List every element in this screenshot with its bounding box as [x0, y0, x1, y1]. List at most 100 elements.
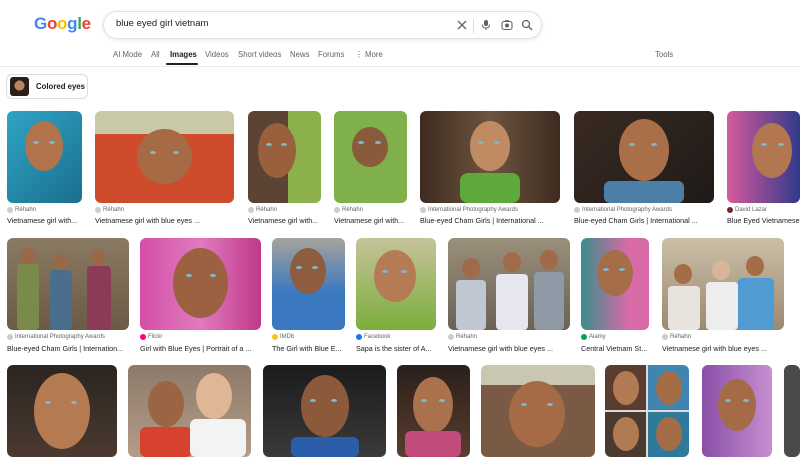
result-image	[7, 111, 82, 203]
source-logo-icon	[581, 334, 587, 340]
result-image	[581, 238, 649, 330]
image-result[interactable]: Réhahn Vietnamese girl with blue eyes ..…	[95, 111, 234, 226]
source-logo-icon	[248, 207, 254, 213]
microphone-icon[interactable]	[478, 17, 494, 33]
result-title: Blue-eyed Cham Girls | International ...	[574, 216, 698, 225]
result-title: Blue-eyed Cham Girls | Internation...	[7, 344, 124, 353]
result-source: Réhahn	[334, 207, 363, 213]
source-logo-icon	[448, 334, 454, 340]
active-tab-indicator	[166, 63, 198, 65]
image-result[interactable]	[702, 365, 772, 462]
search-box[interactable]: blue eyed girl vietnam	[103, 11, 542, 39]
result-image	[7, 365, 117, 457]
result-title: Vietnamese girl with...	[7, 216, 78, 225]
result-title: Sapa is the sister of A...	[356, 344, 432, 353]
result-source: Facebook	[356, 334, 390, 340]
logo-letter: o	[57, 14, 68, 33]
image-result[interactable]: Réhahn Vietnamese girl with blue eyes ..…	[662, 238, 784, 353]
source-logo-icon	[272, 334, 278, 340]
result-title: Vietnamese girl with...	[248, 216, 319, 225]
result-source: Réhahn	[448, 334, 477, 340]
result-image	[784, 365, 800, 457]
image-result[interactable]: Alamy Central Vietnam St...	[581, 238, 649, 353]
source-logo-icon	[727, 207, 733, 213]
result-image	[140, 238, 261, 330]
result-source: IMDb	[272, 334, 294, 340]
image-result[interactable]: Réhahn Vietnamese girl with...	[7, 111, 82, 226]
result-title: Blue-eyed Cham Girls | International ...	[420, 216, 544, 225]
logo-letter: G	[34, 14, 47, 33]
result-title: The Girl with Blue E...	[272, 344, 342, 353]
result-source: Réhahn	[248, 207, 277, 213]
result-source: Réhahn	[95, 207, 124, 213]
result-source: International Photography Awards	[574, 207, 672, 213]
more-vert-icon: ⋮	[355, 50, 365, 59]
google-logo[interactable]: Google	[34, 14, 91, 34]
result-image	[727, 111, 800, 203]
image-result[interactable]	[481, 365, 595, 462]
image-result[interactable]: Flickr Girl with Blue Eyes | Portrait of…	[140, 238, 261, 353]
result-image	[272, 238, 345, 330]
source-logo-icon	[7, 334, 13, 340]
image-result[interactable]	[397, 365, 470, 462]
result-source: International Photography Awards	[7, 334, 105, 340]
tools-button[interactable]: Tools	[655, 50, 673, 59]
image-result[interactable]: International Photography Awards Blue-ey…	[7, 238, 129, 353]
result-source: Réhahn	[662, 334, 691, 340]
tab-more[interactable]: ⋮ More	[355, 50, 383, 59]
result-image	[397, 365, 470, 457]
result-source: Alamy	[581, 334, 606, 340]
source-logo-icon	[662, 334, 668, 340]
image-result[interactable]: IMDb The Girl with Blue E...	[272, 238, 345, 353]
image-result[interactable]	[7, 365, 117, 462]
result-title: Vietnamese girl with...	[334, 216, 405, 225]
result-image	[702, 365, 772, 457]
result-title: Blue Eyed Vietnamese	[727, 216, 800, 225]
tab-images[interactable]: Images	[170, 50, 197, 59]
tab-news[interactable]: News	[290, 50, 310, 59]
close-icon[interactable]	[454, 17, 470, 33]
source-logo-icon	[7, 207, 13, 213]
result-image	[248, 111, 321, 203]
result-title: Central Vietnam St...	[581, 344, 648, 353]
result-source: Flickr	[140, 334, 162, 340]
result-title: Girl with Blue Eyes | Portrait of a ...	[140, 344, 252, 353]
search-input[interactable]: blue eyed girl vietnam	[116, 18, 208, 29]
source-logo-icon	[356, 334, 362, 340]
camera-lens-icon[interactable]	[499, 17, 515, 33]
source-logo-icon	[420, 207, 426, 213]
image-result[interactable]: International Photography Awards Blue-ey…	[420, 111, 560, 226]
tab-videos[interactable]: Videos	[205, 50, 229, 59]
result-image	[128, 365, 251, 457]
search-icon[interactable]	[519, 17, 535, 33]
tab-forums[interactable]: Forums	[318, 50, 344, 59]
result-image	[574, 111, 714, 203]
image-result[interactable]: Réhahn Vietnamese girl with...	[334, 111, 407, 226]
tab-all[interactable]: All	[151, 50, 160, 59]
result-source: International Photography Awards	[420, 207, 518, 213]
image-result[interactable]	[784, 365, 800, 462]
source-logo-icon	[140, 334, 146, 340]
tab-short-videos[interactable]: Short videos	[238, 50, 281, 59]
image-result[interactable]	[128, 365, 251, 462]
result-source: Réhahn	[7, 207, 36, 213]
result-image	[356, 238, 436, 330]
result-title: Vietnamese girl with blue eyes ...	[448, 344, 553, 353]
result-source: David Lazar	[727, 207, 767, 213]
tab-ai-mode[interactable]: AI Mode	[113, 50, 142, 59]
image-result[interactable]: David Lazar Blue Eyed Vietnamese	[727, 111, 800, 226]
image-result[interactable]: Réhahn Vietnamese girl with blue eyes ..…	[448, 238, 570, 353]
result-image	[263, 365, 386, 457]
image-result[interactable]	[605, 365, 689, 462]
result-image	[605, 365, 689, 457]
result-title: Vietnamese girl with blue eyes ...	[95, 216, 200, 225]
logo-letter: g	[67, 14, 78, 33]
result-image	[95, 111, 234, 203]
image-result[interactable]: International Photography Awards Blue-ey…	[574, 111, 714, 226]
image-result[interactable]: Facebook Sapa is the sister of A...	[356, 238, 436, 353]
source-logo-icon	[334, 207, 340, 213]
filter-chip-colored-eyes[interactable]: Colored eyes	[6, 74, 88, 99]
image-result[interactable]: Réhahn Vietnamese girl with...	[248, 111, 321, 226]
image-result[interactable]	[263, 365, 386, 462]
search-divider	[473, 19, 474, 33]
